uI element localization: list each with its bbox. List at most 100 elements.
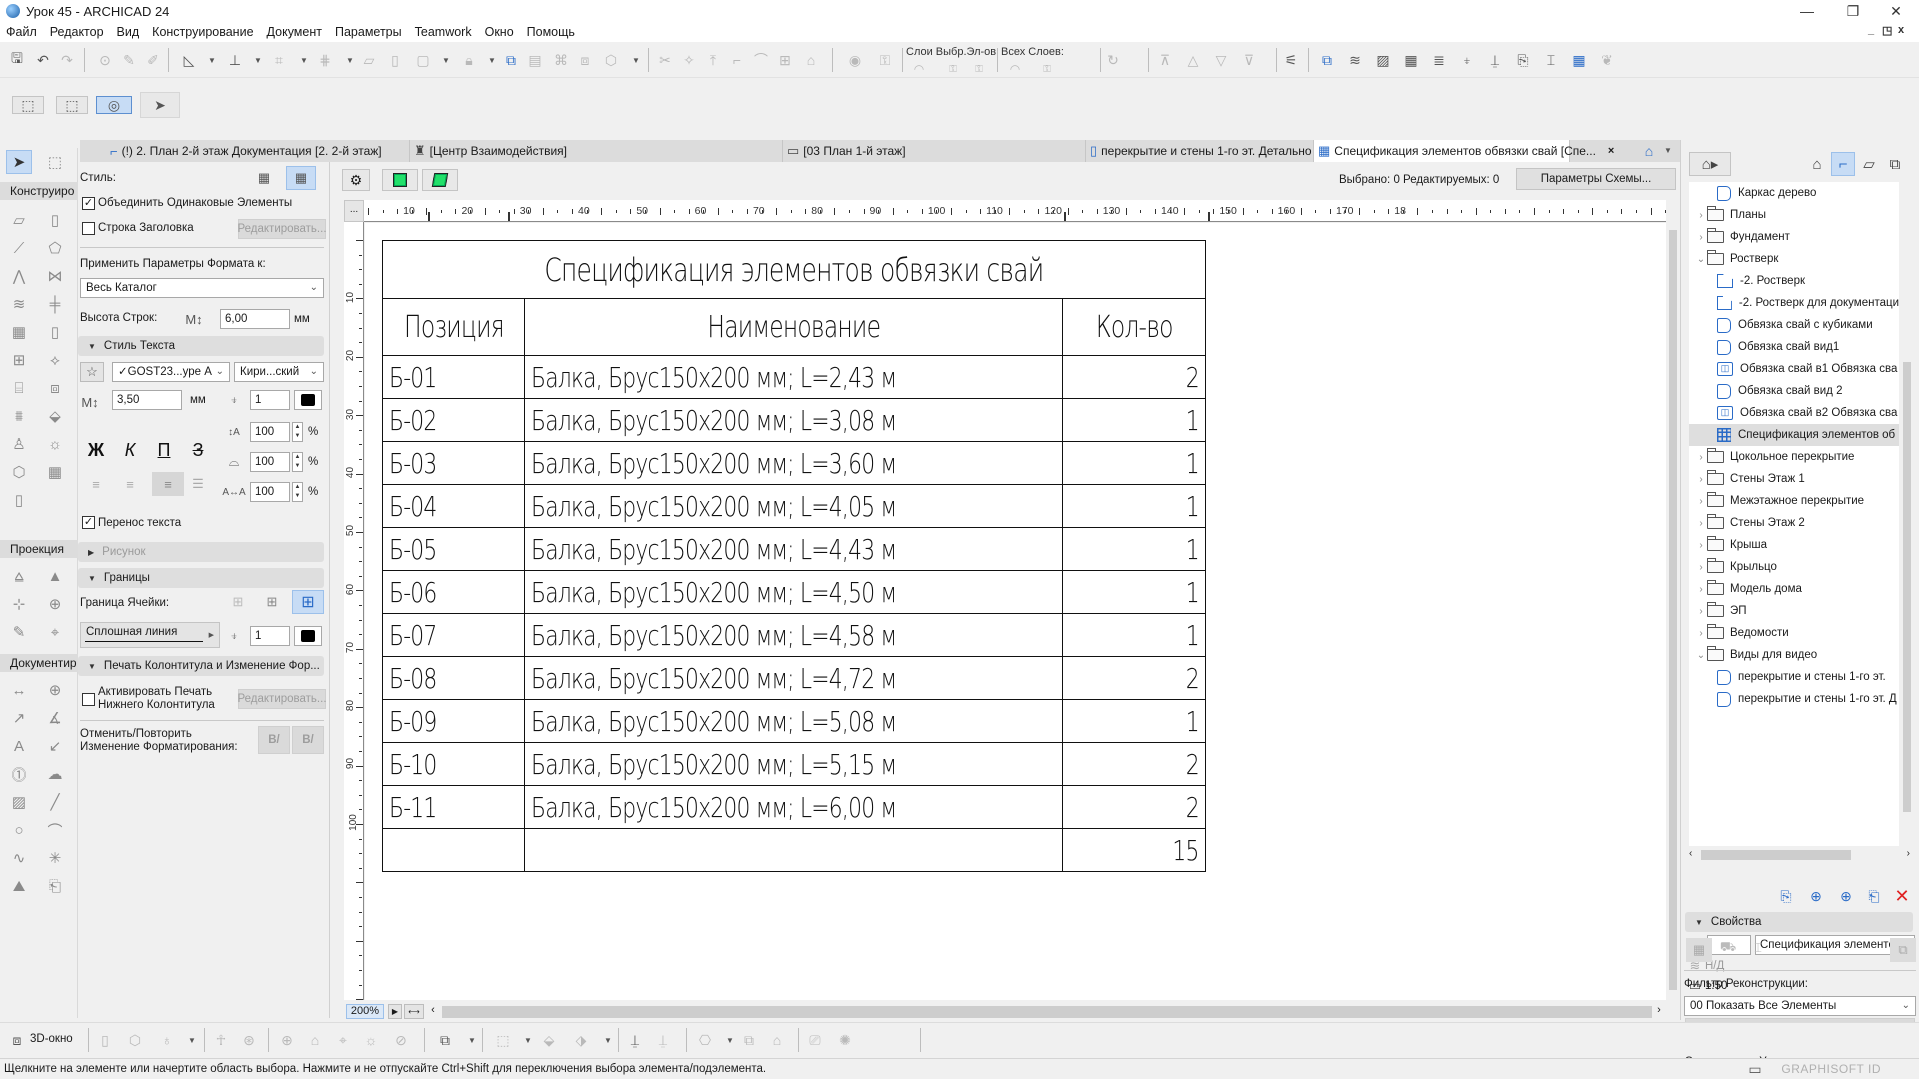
position-cell[interactable]: Б-09 — [382, 699, 525, 743]
ruler-options-button[interactable]: ... — [344, 200, 364, 222]
menu-document[interactable]: Документ — [267, 25, 322, 39]
name-cell[interactable]: Балка, Брус150x200 мм; L=5,08 м — [524, 699, 1063, 743]
zoom-menu-arrow-icon[interactable]: ▶ — [388, 1004, 402, 1019]
column-marker[interactable] — [1208, 212, 1210, 221]
caret-down-icon[interactable]: ▼ — [726, 1036, 734, 1045]
slab-tool-icon[interactable]: ⬠ — [42, 236, 68, 260]
navigator-horizontal-scrollbar[interactable]: ‹ › — [1689, 848, 1914, 862]
caret-down-icon[interactable]: ▼ — [632, 56, 640, 65]
quantity-cell[interactable]: 1 — [1062, 441, 1206, 485]
rotate-icon[interactable]: ↻ — [1104, 51, 1122, 69]
scroll-right-icon[interactable]: › — [1652, 1004, 1666, 1019]
properties-header[interactable]: ▼ Свойства — [1685, 912, 1913, 932]
width-factor-stepper[interactable]: ▲ ▼ — [292, 452, 303, 472]
navigator-menu-icon[interactable]: ⌂▸ — [1689, 152, 1731, 176]
circle-tool-icon[interactable]: ○ — [6, 818, 32, 842]
arrow-tool-icon[interactable]: ➤ — [6, 150, 32, 174]
grid-snap-icon[interactable]: ⋕ — [316, 51, 334, 69]
navigator-item[interactable]: -2. Ростверк — [1689, 270, 1899, 292]
menu-window[interactable]: Окно — [485, 25, 514, 39]
position-cell[interactable]: Б-03 — [382, 441, 525, 485]
chevron-right-icon[interactable]: › — [1695, 518, 1707, 529]
quantity-cell[interactable]: 1 — [1062, 613, 1206, 657]
detail-tool-icon[interactable]: ✎ — [6, 620, 32, 644]
line-spacing-stepper[interactable]: ▲ ▼ — [292, 422, 303, 442]
angle-dimension-icon[interactable]: ∡ — [42, 706, 68, 730]
quantity-cell[interactable]: 1 — [1062, 527, 1206, 571]
change-tool-icon[interactable]: ☁ — [42, 762, 68, 786]
toolbox-section-document[interactable]: Документир — [0, 654, 78, 672]
bold-button[interactable]: Ж — [84, 440, 108, 460]
publisher-sets-icon[interactable]: ⧉ — [1883, 152, 1907, 176]
ruler-triangle-icon[interactable]: ◺ — [180, 51, 198, 69]
navigator-item[interactable]: › Ведомости — [1689, 622, 1899, 644]
doc-close-button[interactable]: x — [1898, 24, 1904, 36]
cube-tool-icon[interactable]: ⬡ — [6, 460, 32, 484]
edit-footer-button[interactable]: Редактировать... — [237, 689, 327, 709]
project-map-icon[interactable]: ⌂ — [1805, 152, 1829, 176]
chevron-down-icon[interactable]: ⌄ — [1695, 650, 1707, 661]
chevron-right-icon[interactable]: › — [1695, 452, 1707, 463]
justify-icon[interactable]: ☰ — [186, 474, 210, 494]
total-quantity-cell[interactable]: 15 — [1062, 828, 1206, 872]
navigator-item[interactable]: ◫ Обвязка свай в1 Обвязка сва — [1689, 358, 1899, 380]
hotspot-icon[interactable]: ⌘ — [552, 51, 570, 69]
quantity-cell[interactable]: 1 — [1062, 398, 1206, 442]
navigator-item[interactable]: › Модель дома — [1689, 578, 1899, 600]
chevron-down-icon[interactable]: ⌄ — [1695, 254, 1707, 265]
fill-types-icon[interactable]: ▨ — [1374, 51, 1392, 69]
position-cell[interactable]: Б-02 — [382, 398, 525, 442]
radial-dimension-icon[interactable]: ↗ — [6, 706, 32, 730]
navigator-item[interactable]: › Планы — [1689, 204, 1899, 226]
camera-position-icon[interactable]: ⌖ — [334, 1031, 352, 1049]
align-right-icon[interactable]: ≡ — [152, 472, 184, 496]
name-cell[interactable]: Балка, Брус150x200 мм; L=3,60 м — [524, 441, 1063, 485]
marquee-tool-icon[interactable]: ⬚ — [42, 150, 68, 174]
target-icon[interactable]: ⊕ — [278, 1031, 296, 1049]
marquee-3d-icon[interactable]: ⬚ — [494, 1031, 512, 1049]
navigator-item[interactable]: › Цокольное перекрытие — [1689, 446, 1899, 468]
menu-design[interactable]: Конструирование — [152, 25, 253, 39]
navigator-item[interactable]: › Межэтажное перекрытие — [1689, 490, 1899, 512]
navigator-item[interactable]: -2. Ростверк для документаци — [1689, 292, 1899, 314]
ghost-icon[interactable]: ⊘ — [392, 1031, 410, 1049]
railing-tool-icon[interactable]: ╪ — [42, 292, 68, 316]
strikethrough-button[interactable]: З — [186, 440, 210, 460]
line-spacing-input[interactable]: 100 — [250, 422, 290, 442]
caret-down-icon[interactable]: ▼ — [604, 1036, 612, 1045]
border-all-icon[interactable]: ⊞ — [292, 590, 324, 614]
beam-tool-icon[interactable]: ⟋ — [6, 236, 32, 260]
label-tool-icon[interactable]: ↙ — [42, 734, 68, 758]
camera-tool-icon[interactable]: ⌖ — [42, 620, 68, 644]
chevron-right-icon[interactable]: › — [1695, 584, 1707, 595]
header-name[interactable]: Наименование — [524, 298, 1063, 356]
fly-icon[interactable]: ⊛ — [240, 1031, 258, 1049]
graphisoft-id-link[interactable]: GRAPHISOFT ID — [1781, 1062, 1881, 1076]
navigator-item[interactable]: ⌄ Ростверк — [1689, 248, 1899, 270]
italic-button[interactable]: К — [118, 440, 142, 460]
navigator-item[interactable]: перекрытие и стены 1-го эт. Д — [1689, 688, 1899, 710]
caret-down-icon[interactable]: ▼ — [346, 56, 354, 65]
defaults-bulldozer-icon[interactable]: ⛟ — [1716, 938, 1740, 958]
grid-tool-icon[interactable]: ▦ — [42, 460, 68, 484]
plane-icon[interactable]: ▱ — [360, 51, 378, 69]
pointer-arrow-icon[interactable]: ➤ — [140, 92, 180, 118]
pens-colors-icon[interactable]: ⍖ — [1458, 51, 1476, 69]
spline-tool-icon[interactable]: ∿ — [6, 846, 32, 870]
house-render-icon[interactable]: ⌂ — [768, 1031, 786, 1049]
scissors-icon[interactable]: ✂ — [656, 51, 674, 69]
layout-book-icon[interactable]: ▱ — [1857, 152, 1881, 176]
total-empty-cell[interactable] — [382, 828, 525, 872]
text-tool-icon[interactable]: A — [6, 734, 32, 758]
redo-format-button[interactable]: B/ — [292, 726, 324, 754]
redo-icon[interactable]: ↷ — [58, 51, 76, 69]
name-cell[interactable]: Балка, Брус150x200 мм; L=4,05 м — [524, 484, 1063, 528]
defaults-wall-icon[interactable]: ▦ — [1686, 938, 1712, 962]
skylight-tool-icon[interactable]: ⟡ — [42, 348, 68, 372]
view-map-icon[interactable]: ⌂ — [1640, 142, 1658, 160]
new-folder-icon[interactable]: ⊕ — [1835, 885, 1857, 907]
line-type-select[interactable]: Сплошная линия ▶ — [80, 622, 220, 648]
name-cell[interactable]: Балка, Брус150x200 мм; L=2,43 м — [524, 355, 1063, 399]
save-icon[interactable]: 🖫 — [8, 50, 26, 69]
3d-window-button[interactable]: 3D-окно — [30, 1033, 73, 1045]
